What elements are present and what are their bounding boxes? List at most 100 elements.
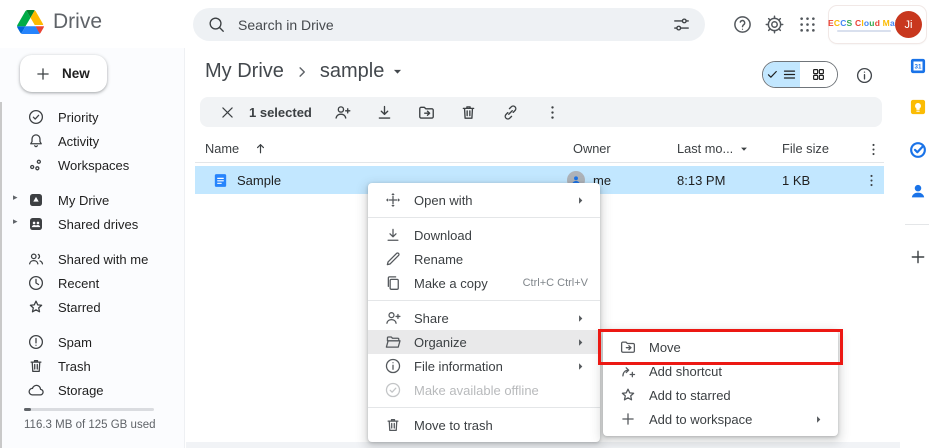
sidebar-nav: PriorityActivityWorkspaces▸My Drive▸Shar… bbox=[0, 105, 183, 413]
cloud-icon bbox=[27, 381, 45, 399]
file-name: Sample bbox=[237, 173, 281, 188]
caret-down-icon[interactable] bbox=[389, 63, 406, 80]
menu-item-label: Organize bbox=[414, 335, 561, 350]
contacts-icon[interactable] bbox=[908, 181, 928, 201]
file-size: 1 KB bbox=[782, 173, 810, 188]
org-name: ECCS Cloud Mail bbox=[828, 18, 900, 28]
trash-icon[interactable] bbox=[454, 103, 483, 122]
sidebar-item-spam[interactable]: Spam bbox=[0, 330, 183, 354]
link-icon[interactable] bbox=[496, 103, 525, 122]
spam-icon bbox=[27, 333, 45, 351]
sort-arrow-up-icon[interactable] bbox=[253, 141, 268, 156]
menu-item-file-information[interactable]: File information bbox=[368, 354, 600, 378]
search-input[interactable]: Search in Drive bbox=[193, 8, 705, 41]
breadcrumb-root[interactable]: My Drive bbox=[205, 60, 284, 83]
google-drive-window: Drive Search in Drive ECCS Cloud Mail Ji… bbox=[0, 0, 936, 448]
submenu-arrow-icon bbox=[811, 412, 826, 427]
keep-icon[interactable] bbox=[908, 97, 928, 117]
apps-grid-icon[interactable] bbox=[795, 12, 819, 36]
organize-icon bbox=[384, 333, 402, 351]
expand-arrow-icon[interactable]: ▸ bbox=[13, 192, 18, 203]
offline-icon bbox=[384, 381, 402, 399]
menu-item-organize[interactable]: Organize bbox=[368, 330, 600, 354]
grid-view-button[interactable] bbox=[800, 62, 837, 87]
menu-item-move[interactable]: Move bbox=[603, 335, 838, 359]
menu-item-label: Add to starred bbox=[649, 388, 826, 403]
sidebar-item-label: My Drive bbox=[58, 193, 109, 208]
menu-item-label: Open with bbox=[414, 193, 561, 208]
tasks-icon[interactable] bbox=[908, 140, 928, 160]
sidebar-item-label: Shared with me bbox=[58, 252, 148, 267]
star-icon bbox=[619, 386, 637, 404]
close-icon[interactable] bbox=[217, 102, 237, 122]
menu-item-label: File information bbox=[414, 359, 561, 374]
org-tagline bbox=[837, 30, 891, 32]
sidebar: New PriorityActivityWorkspaces▸My Drive▸… bbox=[0, 48, 185, 448]
drive-logo[interactable]: Drive bbox=[17, 10, 102, 34]
menu-item-add-to-workspace[interactable]: Add to workspace bbox=[603, 407, 838, 431]
sidebar-item-workspaces[interactable]: Workspaces bbox=[0, 153, 183, 177]
header: Drive Search in Drive ECCS Cloud Mail Ji bbox=[0, 0, 936, 48]
details-info-icon[interactable] bbox=[854, 65, 874, 85]
sidebar-item-label: Activity bbox=[58, 134, 99, 149]
trash-icon bbox=[27, 357, 45, 375]
sidebar-item-trash[interactable]: Trash bbox=[0, 354, 183, 378]
drive-logo-icon bbox=[17, 10, 44, 34]
search-options-icon[interactable] bbox=[672, 15, 691, 34]
app-name: Drive bbox=[53, 10, 102, 34]
sidebar-item-activity[interactable]: Activity bbox=[0, 129, 183, 153]
add-panel-icon[interactable] bbox=[908, 247, 928, 267]
column-size[interactable]: File size bbox=[782, 141, 829, 156]
header-more-icon[interactable] bbox=[865, 141, 882, 158]
list-view-button[interactable] bbox=[763, 62, 800, 87]
sidebar-item-label: Recent bbox=[58, 276, 99, 291]
menu-item-add-to-starred[interactable]: Add to starred bbox=[603, 383, 838, 407]
sidebar-item-starred[interactable]: Starred bbox=[0, 295, 183, 319]
menu-item-add-shortcut[interactable]: Add shortcut bbox=[603, 359, 838, 383]
search-icon[interactable] bbox=[207, 15, 226, 34]
help-icon[interactable] bbox=[730, 12, 754, 36]
menu-item-move-to-trash[interactable]: Move to trash bbox=[368, 413, 600, 437]
column-modified[interactable]: Last mo... bbox=[677, 141, 751, 156]
column-owner[interactable]: Owner bbox=[573, 141, 611, 156]
sidebar-item-my-drive[interactable]: ▸ My Drive bbox=[0, 188, 183, 212]
menu-item-label: Add shortcut bbox=[649, 364, 826, 379]
menu-item-make-a-copy[interactable]: Make a copyCtrl+C Ctrl+V bbox=[368, 271, 600, 295]
search-placeholder: Search in Drive bbox=[238, 17, 660, 33]
rename-icon bbox=[384, 250, 402, 268]
sidebar-item-label: Starred bbox=[58, 300, 101, 315]
workspaces-icon bbox=[27, 156, 45, 174]
info-icon bbox=[384, 357, 402, 375]
rail-divider bbox=[905, 224, 929, 225]
sidebar-item-shared-with-me[interactable]: Shared with me bbox=[0, 247, 183, 271]
storage-usage-text: 116.3 MB of 125 GB used bbox=[24, 419, 155, 431]
account-card[interactable]: ECCS Cloud Mail Ji bbox=[829, 6, 926, 43]
settings-icon[interactable] bbox=[762, 12, 786, 36]
right-rail: 31 bbox=[900, 48, 936, 448]
table-header: Name Owner Last mo... File size bbox=[195, 138, 884, 163]
sidebar-item-label: Priority bbox=[58, 110, 98, 125]
sidebar-item-shared-drives[interactable]: ▸Shared drives bbox=[0, 212, 183, 236]
expand-arrow-icon[interactable]: ▸ bbox=[13, 216, 18, 227]
menu-item-download[interactable]: Download bbox=[368, 223, 600, 247]
avatar[interactable]: Ji bbox=[895, 11, 922, 38]
menu-item-rename[interactable]: Rename bbox=[368, 247, 600, 271]
person-add-icon[interactable] bbox=[328, 103, 357, 122]
trash-icon bbox=[384, 416, 402, 434]
new-button[interactable]: New bbox=[20, 55, 107, 92]
more-vert-icon[interactable] bbox=[538, 103, 567, 122]
more-vert-icon[interactable] bbox=[863, 172, 880, 189]
sidebar-item-recent[interactable]: Recent bbox=[0, 271, 183, 295]
sidebar-item-storage[interactable]: Storage bbox=[0, 378, 183, 402]
breadcrumb: My Drive sample bbox=[205, 60, 406, 83]
sidebar-item-priority[interactable]: Priority bbox=[0, 105, 183, 129]
calendar-icon[interactable]: 31 bbox=[908, 56, 928, 76]
folder-move-icon[interactable] bbox=[412, 103, 441, 122]
menu-item-open-with[interactable]: Open with bbox=[368, 188, 600, 212]
download-icon[interactable] bbox=[370, 103, 399, 122]
menu-item-share[interactable]: Share bbox=[368, 306, 600, 330]
submenu-arrow-icon bbox=[573, 193, 588, 208]
column-name[interactable]: Name bbox=[205, 141, 268, 156]
breadcrumb-current[interactable]: sample bbox=[320, 60, 384, 83]
menu-item-label: Move bbox=[649, 340, 826, 355]
